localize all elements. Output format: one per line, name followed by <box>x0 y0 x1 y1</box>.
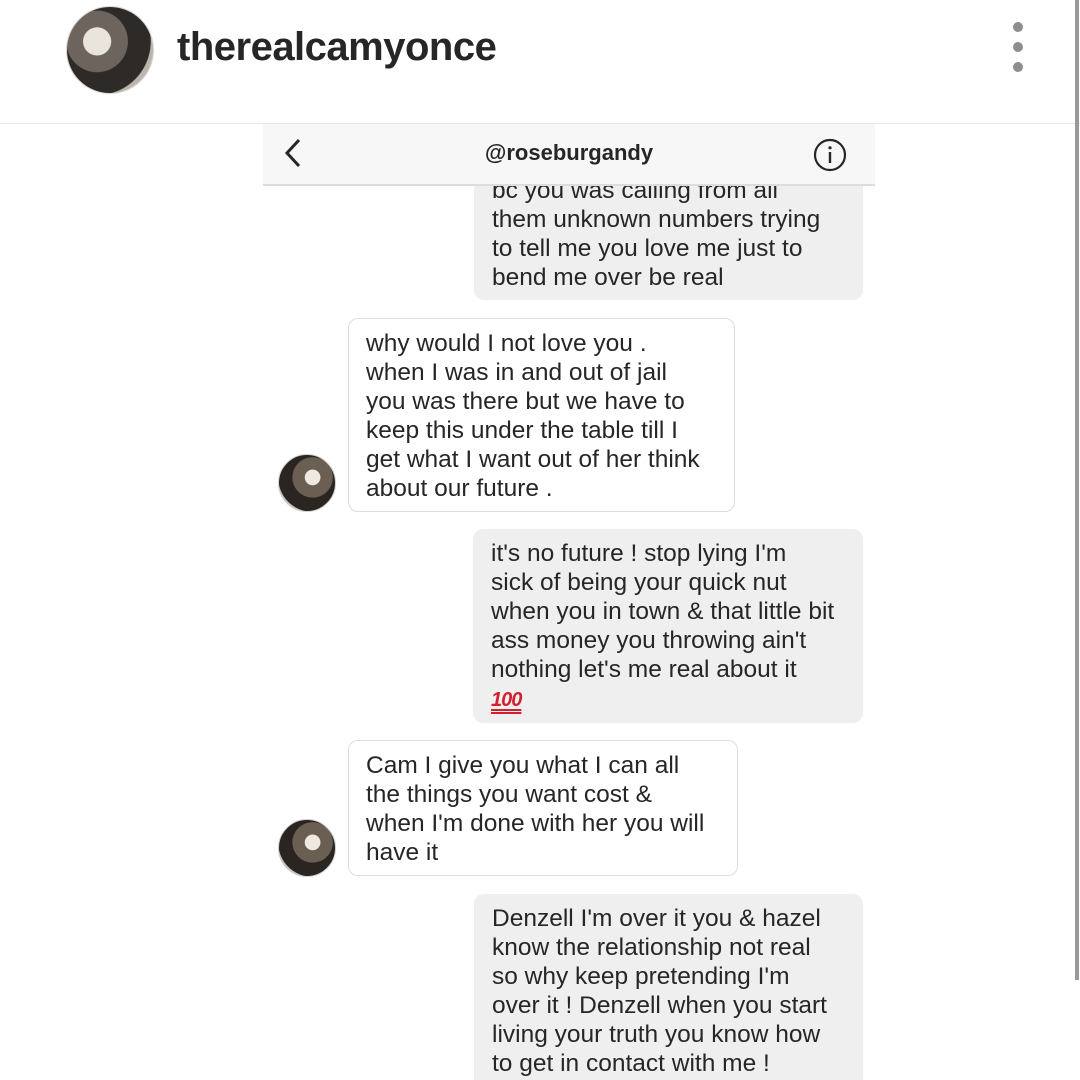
message-line: why would I not love you . <box>366 330 647 357</box>
info-icon[interactable] <box>813 138 847 172</box>
message-line: Denzell I'm over it you & hazel <box>492 905 821 932</box>
message-line: have it <box>366 839 439 866</box>
dm-top-bar: @roseburgandy <box>263 124 875 186</box>
message-line: when you in town & that little bit <box>491 598 835 625</box>
more-vertical-icon[interactable] <box>1008 22 1028 78</box>
message-line: Cam I give you what I can all <box>366 752 680 779</box>
sender-avatar[interactable] <box>278 819 336 877</box>
hundred-emoji-icon: 100 <box>491 689 522 711</box>
message-line: the things you want cost & <box>366 781 652 808</box>
message-line: to tell me you love me just to <box>492 235 803 262</box>
message-line: nothing let's me real about it <box>491 656 797 683</box>
message-line: when I was in and out of jail <box>366 359 667 386</box>
message-line: about our future . <box>366 475 553 502</box>
message-bubble-sent: it's no future ! stop lying I'm sick of … <box>473 529 863 723</box>
message-line: them unknown numbers trying <box>492 206 821 233</box>
profile-avatar[interactable] <box>66 6 154 94</box>
message-line: ass money you throwing ain't <box>491 627 807 654</box>
page-scrollbar[interactable] <box>1075 0 1079 980</box>
post-username[interactable]: therealcamyonce <box>177 25 497 70</box>
message-line: keep this under the table till I <box>366 417 678 444</box>
message-line: to get in contact with me ! <box>492 1050 770 1077</box>
direct-message-screenshot: @roseburgandy bc you was calling from al… <box>263 124 875 1080</box>
message-line: over it ! Denzell when you start <box>492 992 827 1019</box>
message-line: get what I want out of her think <box>366 446 700 473</box>
message-line: know the relationship not real <box>492 934 811 961</box>
message-bubble-sent: Denzell I'm over it you & hazel know the… <box>474 894 863 1080</box>
message-line: so why keep pretending I'm <box>492 963 790 990</box>
dm-title: @roseburgandy <box>484 140 654 165</box>
post-header: therealcamyonce <box>0 0 1080 124</box>
message-line: you was there but we have to <box>366 388 685 415</box>
message-line: sick of being your quick nut <box>491 569 787 596</box>
message-bubble-received: why would I not love you . when I was in… <box>348 318 735 512</box>
message-bubble-sent: bc you was calling from all them unknown… <box>474 166 863 300</box>
sender-avatar[interactable] <box>278 454 336 512</box>
message-line: living your truth you know how <box>492 1021 821 1048</box>
message-line: when I'm done with her you will <box>366 810 705 837</box>
message-line: bend me over be real <box>492 264 724 291</box>
message-bubble-received: Cam I give you what I can all the things… <box>348 740 738 876</box>
message-line: it's no future ! stop lying I'm <box>491 540 787 567</box>
